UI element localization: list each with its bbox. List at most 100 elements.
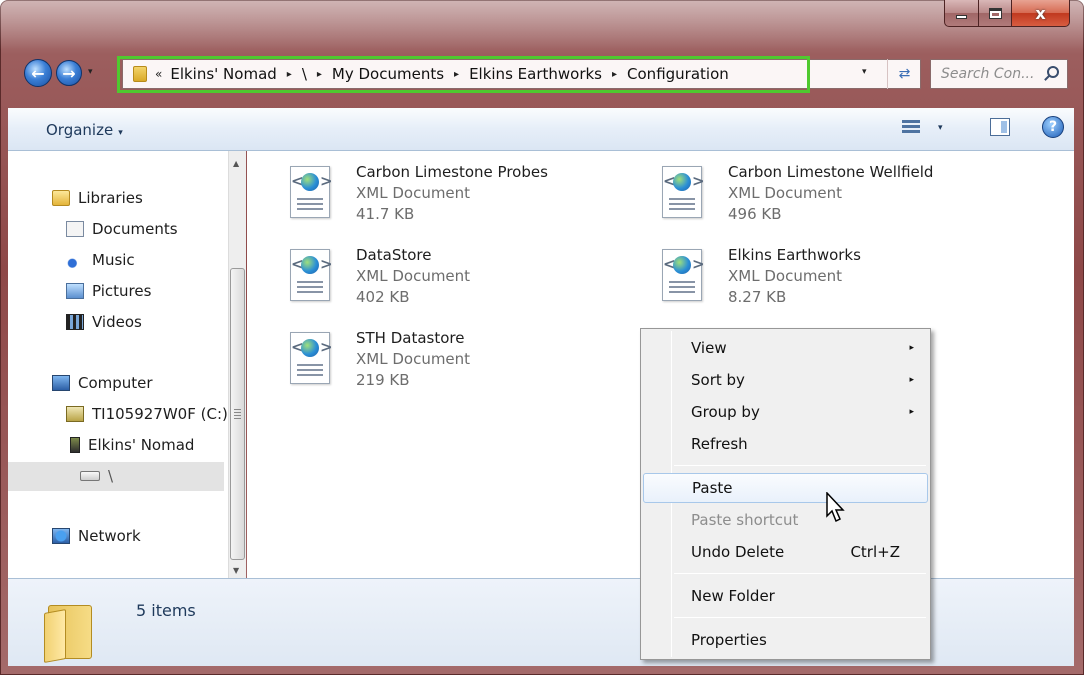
xml-file-icon: < > [286,162,333,220]
address-highlight-outline [117,56,810,93]
search-icon[interactable] [1047,66,1059,78]
file-size: 402 KB [356,288,410,306]
chevron-down-icon: ▾ [118,128,123,138]
list-item[interactable]: < > Carbon Limestone Probes XML Document … [286,162,548,225]
menu-item-undo-delete[interactable]: Undo Delete Ctrl+Z [643,537,928,567]
scroll-thumb[interactable] [230,268,245,560]
menu-item-view[interactable]: View ▸ [643,333,928,363]
arrow-left-icon: ← [31,63,45,83]
menu-item-label: Refresh [691,435,748,453]
computer-icon [52,375,70,391]
file-type: XML Document [728,267,843,285]
grip-icon [234,409,241,419]
sidebar-item-label: Network [78,527,141,545]
menu-separator [674,465,926,466]
sidebar-item-documents[interactable]: Documents [66,218,178,240]
sidebar-item-label: Music [92,251,135,269]
list-item[interactable]: < > Carbon Limestone Wellfield XML Docume… [658,162,933,225]
submenu-arrow-icon: ▸ [909,343,914,353]
address-history-dropdown[interactable]: ▾ [862,67,867,77]
folder-icon [44,603,98,663]
menu-item-label: View [691,339,727,357]
drive-icon [66,406,84,422]
file-size: 41.7 KB [356,205,415,223]
sidebar-item-device-root[interactable]: \ [80,465,113,487]
file-size: 8.27 KB [728,288,787,306]
item-count: 5 items [136,601,196,620]
preview-pane-icon[interactable] [990,118,1010,136]
menu-separator [674,617,926,618]
file-name: Carbon Limestone Wellfield [728,163,934,181]
menu-item-label: New Folder [691,587,775,605]
menu-item-label: Group by [691,403,760,421]
libraries-icon [52,190,70,206]
scroll-up-icon[interactable]: ▲ [233,159,239,168]
search-placeholder: Search Con... [941,66,1035,82]
mouse-cursor-icon [826,492,845,523]
menu-item-group-by[interactable]: Group by ▸ [643,397,928,427]
menu-separator [674,573,926,574]
title-bar[interactable] [0,0,1084,50]
file-name: DataStore [356,246,432,264]
sidebar-item-label: Videos [92,313,142,331]
sidebar-item-label: \ [108,467,114,485]
file-name: Elkins Earthworks [728,246,861,264]
sidebar-item-label: Elkins' Nomad [88,436,195,454]
sidebar-item-network[interactable]: Network [52,525,141,547]
recent-pages-dropdown[interactable]: ▾ [88,67,93,77]
network-icon [52,528,70,544]
file-name: STH Datastore [356,329,465,347]
file-name: Carbon Limestone Probes [356,163,548,181]
storage-icon [80,471,100,481]
sidebar-item-computer[interactable]: Computer [52,372,153,394]
sidebar-item-elkins-nomad[interactable]: Elkins' Nomad [66,434,194,456]
list-item[interactable]: < > DataStore XML Document 402 KB [286,245,470,308]
device-icon [70,437,80,453]
submenu-arrow-icon: ▸ [909,375,914,385]
close-icon: x [1035,3,1046,23]
nav-pane-scrollbar[interactable]: ▲ ▼ [228,151,246,578]
menu-item-sort-by[interactable]: Sort by ▸ [643,365,928,395]
submenu-arrow-icon: ▸ [909,407,914,417]
help-icon[interactable]: ? [1042,116,1064,138]
sidebar-item-label: Documents [92,220,178,238]
sidebar-item-label: Computer [78,374,153,392]
refresh-button[interactable]: ⇄ [887,59,921,89]
menu-item-new-folder[interactable]: New Folder [643,581,928,611]
change-view-icon[interactable] [902,118,920,136]
search-input[interactable]: Search Con... [930,59,1068,89]
list-item[interactable]: < > Elkins Earthworks XML Document 8.27 K… [658,245,861,308]
minimize-icon [956,15,967,19]
menu-item-paste-shortcut[interactable]: Paste shortcut [643,505,928,535]
menu-item-label: Properties [691,631,767,649]
menu-item-paste[interactable]: Paste [643,473,928,503]
menu-item-properties[interactable]: Properties [643,625,928,655]
xml-file-icon: < > [286,328,333,386]
maximize-button[interactable] [979,0,1012,27]
menu-item-refresh[interactable]: Refresh [643,429,928,459]
organize-label: Organize [46,121,114,139]
sidebar-item-pictures[interactable]: Pictures [66,280,151,302]
videos-icon [66,314,84,330]
sidebar-item-videos[interactable]: Videos [66,311,142,333]
file-type: XML Document [728,184,843,202]
view-options-dropdown[interactable]: ▾ [938,123,943,133]
sidebar-item-music[interactable]: Music [66,249,135,271]
file-type: XML Document [356,350,471,368]
list-item[interactable]: < > STH Datastore XML Document 219 KB [286,328,470,391]
file-type: XML Document [356,267,471,285]
sidebar-item-local-drive[interactable]: TI105927W0F (C:) [66,403,228,425]
xml-file-icon: < > [658,245,705,303]
sidebar-item-label: TI105927W0F (C:) [92,405,228,423]
command-bar: Organize ▾ ▾ ? [8,108,1074,151]
keyboard-shortcut: Ctrl+Z [850,543,900,561]
organize-button[interactable]: Organize ▾ [46,121,123,139]
forward-button[interactable]: → [56,60,82,86]
back-button[interactable]: ← [24,59,52,87]
scroll-down-icon[interactable]: ▼ [233,566,239,575]
sidebar-item-label: Libraries [78,189,143,207]
minimize-button[interactable] [944,0,979,27]
close-button[interactable]: x [1012,0,1070,27]
music-icon [66,252,84,268]
sidebar-item-libraries[interactable]: Libraries [52,187,143,209]
